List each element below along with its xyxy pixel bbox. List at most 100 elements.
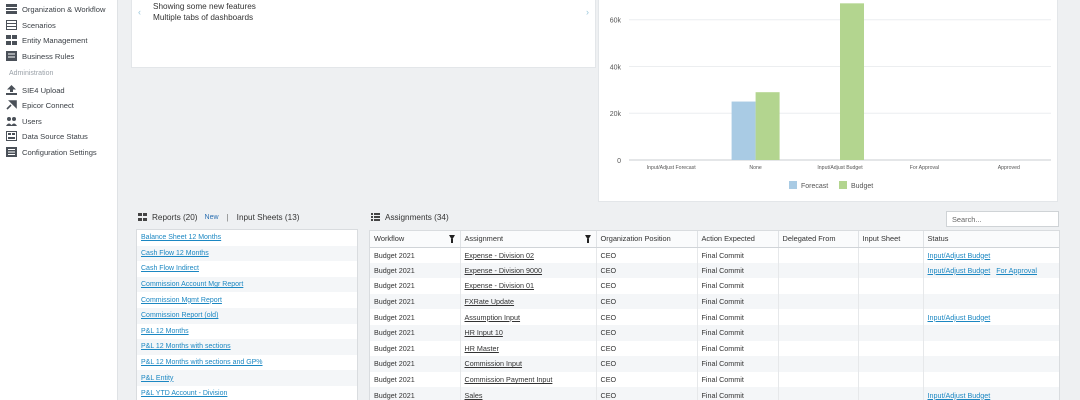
report-link[interactable]: Commission Account Mgr Report <box>137 276 357 293</box>
chevron-left-icon[interactable]: ‹ <box>138 7 141 17</box>
delegated-cell <box>778 340 859 357</box>
sidebar-item-label: Epicor Connect <box>22 100 74 110</box>
assignment-link[interactable]: Sales <box>460 387 597 400</box>
assignment-link[interactable]: Commission Payment Input <box>460 371 597 388</box>
legend-label: Budget <box>851 183 873 190</box>
table-row[interactable]: Budget 2021 HR Input 10 CEO Final Commit <box>370 324 1059 341</box>
sidebar-item-business-rules[interactable]: Business Rules <box>6 49 74 63</box>
chevron-right-icon[interactable]: › <box>586 7 589 17</box>
search-input[interactable] <box>946 211 1059 227</box>
assignment-link[interactable]: Assumption Input <box>460 309 597 325</box>
table-row[interactable]: Budget 2021 Expense - Division 01 CEO Final… <box>370 278 1059 294</box>
action-cell: Final Commit <box>697 324 779 341</box>
position-cell: CEO <box>596 340 698 357</box>
assignment-link[interactable]: Expense - Division 02 <box>460 247 597 263</box>
status-link[interactable]: Input/Adjust Budget <box>928 266 991 275</box>
status-link[interactable]: Input/Adjust Budget <box>928 391 991 400</box>
delegated-cell <box>778 371 859 388</box>
table-row[interactable]: Budget 2021 Assumption Input CEO Final Comm… <box>370 309 1059 325</box>
action-cell: Final Commit <box>697 309 779 325</box>
input-sheet-cell <box>858 356 924 372</box>
delegated-cell <box>778 247 859 263</box>
filter-icon[interactable] <box>448 235 455 243</box>
delegated-cell <box>778 387 859 400</box>
sidebar-item-epicor-connect[interactable]: Epicor Connect <box>6 98 74 112</box>
settings-icon <box>6 147 17 157</box>
status-cell: Input/Adjust Budget <box>923 387 1059 400</box>
table-row[interactable]: Budget 2021 HR Master CEO Final Commit <box>370 340 1059 357</box>
table-row[interactable]: Budget 2021 Commission Payment Input CEO Fi… <box>370 371 1059 388</box>
action-cell: Final Commit <box>697 247 779 263</box>
sidebar-item-sie4-upload[interactable]: SIE4 Upload <box>6 83 65 97</box>
bar-chart: 0 20k 40k 60k Input/Adjust Forecast None Input… <box>610 3 1051 190</box>
column-header-delegated-from[interactable]: Delegated From <box>778 231 859 248</box>
status-cell <box>923 372 1059 388</box>
report-link[interactable]: Commission Mgmt Report <box>137 292 357 308</box>
assignment-link[interactable]: FXRate Update <box>460 293 597 310</box>
input-sheet-cell <box>858 340 924 357</box>
y-tick-label: 0 <box>617 158 621 165</box>
assignment-link[interactable]: Commission Input <box>460 356 597 372</box>
table-row[interactable]: Budget 2021 Expense - Division 02 CEO Final… <box>370 247 1059 263</box>
status-cell <box>923 324 1059 341</box>
report-link[interactable]: P&L 12 Months <box>137 324 357 340</box>
status-link[interactable]: Input/Adjust Budget <box>928 251 991 260</box>
report-link[interactable]: P&L YTD Account - Division <box>137 386 357 400</box>
column-header-organization-position[interactable]: Organization Position <box>596 231 698 248</box>
table-row[interactable]: Budget 2021 FXRate Update CEO Final Commit <box>370 293 1059 310</box>
report-link[interactable]: P&L 12 Months with sections and GP% <box>137 355 357 371</box>
sidebar-item-label: Configuration Settings <box>22 147 97 157</box>
y-tick-label: 20k <box>610 111 622 118</box>
column-header-input-sheet[interactable]: Input Sheet <box>858 231 924 248</box>
sidebar-item-entity-management[interactable]: Entity Management <box>6 33 87 47</box>
sidebar-item-organization-workflow[interactable]: Organization & Workflow <box>6 2 105 16</box>
column-header-action-expected[interactable]: Action Expected <box>697 231 779 248</box>
sidebar-item-scenarios[interactable]: Scenarios <box>6 18 56 32</box>
delegated-cell <box>778 324 859 341</box>
input-sheet-cell <box>858 262 924 279</box>
position-cell: CEO <box>596 262 698 279</box>
status-cell <box>923 293 1059 310</box>
report-link[interactable]: Cash Flow Indirect <box>137 261 357 277</box>
sidebar-item-users[interactable]: Users <box>6 114 42 128</box>
status-cell: Input/Adjust Budget <box>923 247 1059 263</box>
report-link[interactable]: P&L 12 Months with sections <box>137 339 357 355</box>
input-sheets-tab[interactable]: Input Sheets (13) <box>237 213 300 222</box>
column-header-status[interactable]: Status <box>923 231 1059 248</box>
grid-header-row: Workflow Assignment Organization Positio… <box>370 231 1059 248</box>
workflow-cell: Budget 2021 <box>370 324 461 341</box>
status-link-secondary[interactable]: For Approval <box>996 266 1037 275</box>
new-report-link[interactable]: New <box>205 214 219 221</box>
workflow-cell: Budget 2021 <box>370 387 461 400</box>
table-row[interactable]: Budget 2021 Commission Input CEO Final Comm… <box>370 356 1059 372</box>
reports-tab[interactable]: Reports (20) <box>152 213 198 222</box>
input-sheet-cell <box>858 309 924 325</box>
report-link[interactable]: P&L Entity <box>137 370 357 386</box>
rules-icon <box>6 51 17 61</box>
news-carousel: ‹ Showing some new features Multiple tab… <box>131 0 596 68</box>
sidebar-item-data-source-status[interactable]: Data Source Status <box>6 129 88 143</box>
status-link[interactable]: Input/Adjust Budget <box>928 313 991 322</box>
assignment-link[interactable]: HR Input 10 <box>460 324 597 341</box>
bar-budget <box>840 3 864 160</box>
column-header-assignment[interactable]: Assignment <box>460 231 597 248</box>
legend-label: Forecast <box>801 183 828 190</box>
input-sheet-cell <box>858 387 924 400</box>
table-row[interactable]: Budget 2021 Sales CEO Final Commit Input/Adj… <box>370 387 1059 400</box>
table-row[interactable]: Budget 2021 Expense - Division 9000 CEO Fin… <box>370 262 1059 279</box>
action-cell: Final Commit <box>697 293 779 310</box>
assignment-link[interactable]: Expense - Division 01 <box>460 278 597 294</box>
assignment-link[interactable]: HR Master <box>460 340 597 357</box>
position-cell: CEO <box>596 356 698 372</box>
report-link[interactable]: Cash Flow 12 Months <box>137 245 357 262</box>
filter-icon[interactable] <box>584 235 591 243</box>
report-link[interactable]: Commission Report (old) <box>137 308 357 324</box>
tab-separator: | <box>226 212 229 222</box>
workflow-cell: Budget 2021 <box>370 356 461 372</box>
column-header-workflow[interactable]: Workflow <box>370 231 461 248</box>
report-link[interactable]: Balance Sheet 12 Months <box>137 230 357 246</box>
assignment-link[interactable]: Expense - Division 9000 <box>460 262 597 279</box>
sidebar-item-configuration-settings[interactable]: Configuration Settings <box>6 145 97 159</box>
position-cell: CEO <box>596 247 698 263</box>
bar-forecast <box>731 101 756 160</box>
